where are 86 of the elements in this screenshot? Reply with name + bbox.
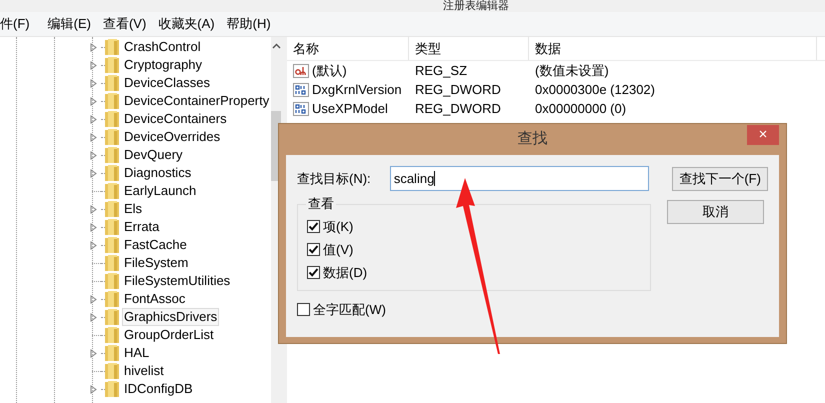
checkbox-option[interactable]: 项(K): [307, 215, 641, 238]
close-button[interactable]: ×: [747, 125, 779, 145]
find-target-field[interactable]: scaling: [390, 166, 650, 191]
tree-item[interactable]: Diagnostics: [122, 164, 194, 182]
tree-item[interactable]: FontAssoc: [122, 290, 188, 308]
tree-item[interactable]: CrashControl: [122, 38, 203, 56]
group-title: 查看: [306, 196, 336, 212]
folder-icon: [105, 345, 119, 361]
tree-item[interactable]: Els: [122, 200, 144, 218]
tree-item[interactable]: DeviceContainers: [122, 110, 229, 128]
tree-item[interactable]: HAL: [122, 344, 152, 362]
folder-icon: [105, 273, 119, 289]
folder-icon: [105, 183, 119, 199]
menu-item[interactable]: 收藏夹(A): [152, 14, 221, 34]
find-next-button[interactable]: 查找下一个(F): [672, 166, 768, 190]
check-icon: [308, 221, 319, 232]
checkbox-option[interactable]: 数据(D): [307, 261, 641, 284]
find-target-label: 查找目标(N):: [297, 170, 372, 188]
folder-icon: [105, 363, 119, 379]
folder-icon: [105, 75, 119, 91]
folder-icon: [105, 201, 119, 217]
value-name[interactable]: (默认): [312, 60, 347, 80]
folder-icon: [105, 327, 119, 343]
checkbox[interactable]: [307, 220, 320, 233]
value-name[interactable]: DxgKrnlVersion: [312, 80, 402, 100]
folder-icon: [105, 111, 119, 127]
tree-item[interactable]: Cryptography: [122, 56, 204, 74]
menu-item[interactable]: 件(F): [0, 14, 42, 34]
folder-icon: [105, 309, 119, 325]
menu-item[interactable]: 编辑(E): [42, 14, 97, 34]
tree-item[interactable]: DeviceContainerProperty: [122, 92, 272, 110]
folder-icon: [105, 381, 119, 397]
value-data: 0x00000000 (0): [534, 100, 626, 118]
folder-icon: [105, 255, 119, 271]
tree-item[interactable]: EarlyLaunch: [122, 182, 198, 200]
folder-icon: [105, 129, 119, 145]
menu-item[interactable]: 查看(V): [96, 14, 152, 34]
scroll-up-icon[interactable]: [272, 43, 281, 49]
checkbox[interactable]: [297, 303, 310, 316]
value-type: REG_SZ: [414, 62, 468, 80]
folder-icon: [105, 237, 119, 253]
folder-icon: [105, 165, 119, 181]
value-data: 0x0000300e (12302): [534, 80, 655, 99]
tree-item[interactable]: GroupOrderList: [122, 326, 216, 344]
tree-item[interactable]: DeviceOverrides: [122, 128, 222, 146]
tree-item[interactable]: hivelist: [122, 362, 166, 380]
value-type: REG_DWORD: [414, 80, 502, 99]
tree-item[interactable]: GraphicsDrivers: [122, 308, 220, 326]
folder-icon: [105, 93, 119, 109]
tree-item[interactable]: DevQuery: [122, 146, 185, 164]
binary-value-icon: [293, 102, 309, 116]
column-header[interactable]: 名称: [287, 37, 409, 60]
menu-item[interactable]: 帮助(H): [220, 14, 277, 34]
column-header[interactable]: 数据: [529, 37, 817, 60]
option-label: 项(K): [323, 218, 354, 236]
checkbox-option[interactable]: 值(V): [307, 238, 641, 261]
check-icon: [308, 244, 319, 255]
checkbox[interactable]: [307, 243, 320, 256]
checkbox[interactable]: [307, 266, 320, 279]
expand-arrow-icon[interactable]: [90, 384, 97, 394]
folder-icon: [105, 39, 119, 55]
option-label: 值(V): [323, 240, 354, 259]
folder-icon: [105, 57, 119, 73]
folder-icon: [105, 147, 119, 163]
dialog-title: 查找: [518, 129, 548, 150]
value-type: REG_DWORD: [414, 100, 502, 118]
tree-item[interactable]: DeviceClasses: [122, 74, 212, 92]
tree-item[interactable]: IDConfigDB: [122, 380, 195, 398]
tree-item[interactable]: Errata: [122, 218, 162, 236]
option-label: 全字匹配(W): [313, 300, 386, 319]
folder-icon: [105, 219, 119, 235]
folder-icon: [105, 291, 119, 307]
cancel-button[interactable]: 取消: [667, 200, 764, 224]
option-label: 数据(D): [323, 264, 368, 282]
tree-item[interactable]: FileSystemUtilities: [122, 272, 232, 290]
value-data: (数值未设置): [534, 62, 609, 80]
tree-item[interactable]: FileSystem: [122, 254, 190, 272]
value-name[interactable]: UseXPModel: [312, 98, 388, 118]
string-value-icon: [293, 64, 309, 78]
expand-arrow-icon[interactable]: [90, 348, 97, 358]
check-icon: [308, 267, 319, 278]
tree-item[interactable]: FastCache: [122, 236, 189, 254]
column-header[interactable]: 类型: [409, 37, 529, 60]
binary-value-icon: [293, 82, 309, 96]
checkbox-option[interactable]: 全字匹配(W): [297, 298, 768, 321]
window-title: 注册表编辑器: [443, 0, 509, 12]
